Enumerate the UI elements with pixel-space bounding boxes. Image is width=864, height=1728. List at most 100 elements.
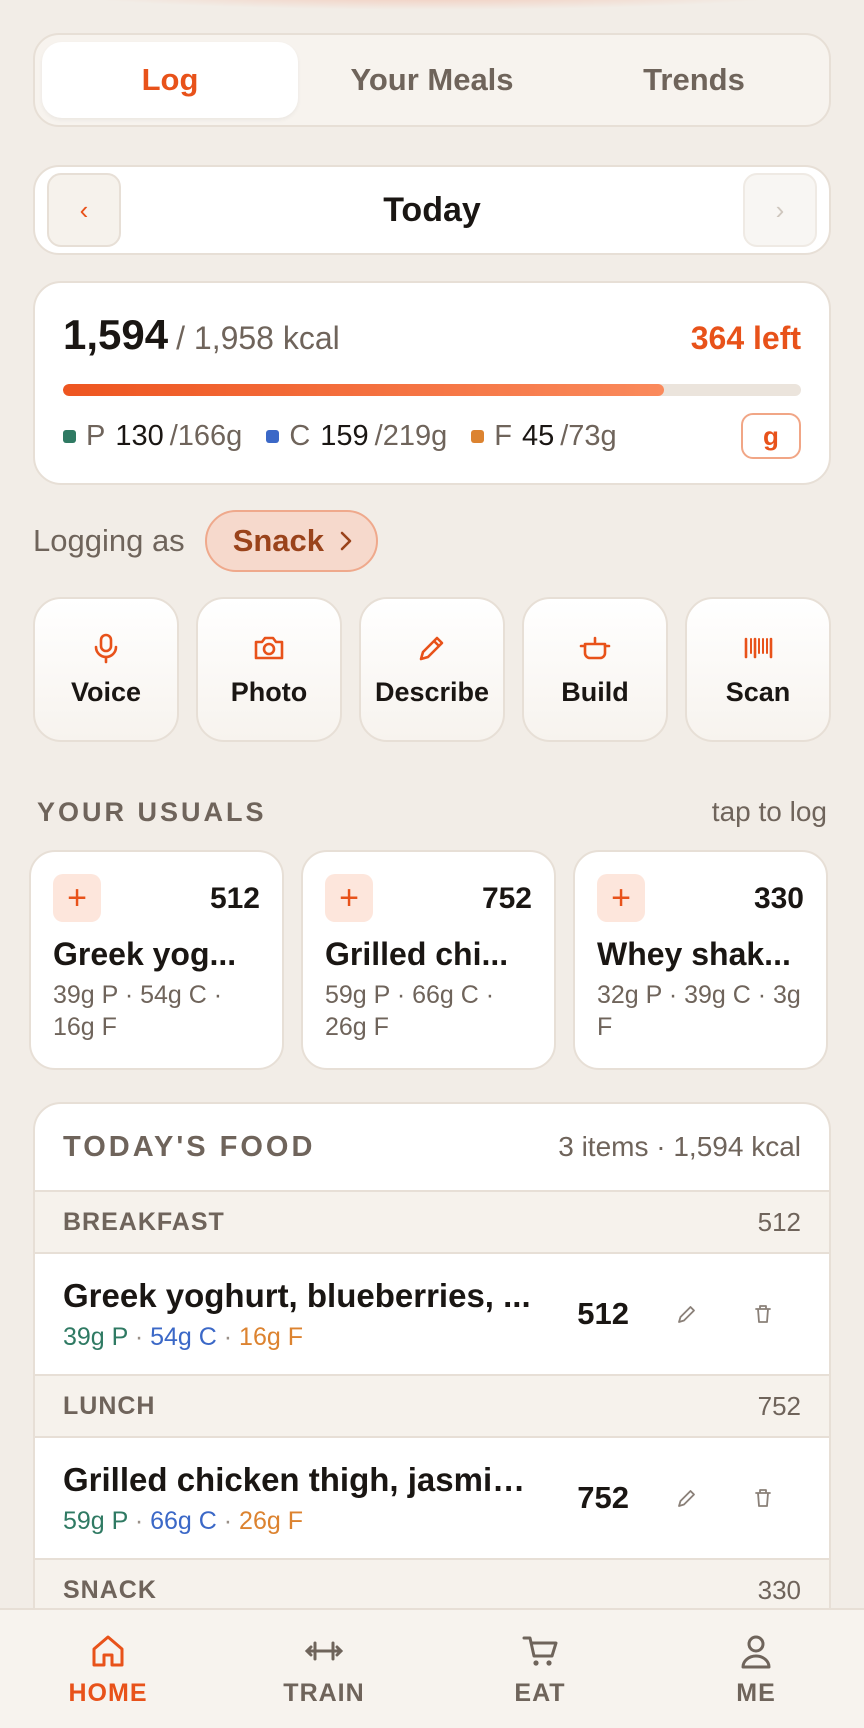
usual-card[interactable]: + 752 Grilled chi... 59g P · 66g C · 26g… <box>301 850 556 1070</box>
chevron-right-icon <box>340 531 352 551</box>
macro-letter: F <box>494 419 512 452</box>
macro-target: /219g <box>374 419 448 452</box>
meal-selector-value: Snack <box>232 523 325 558</box>
meal-header-lunch: LUNCH 752 <box>35 1376 829 1438</box>
food-entry-macros: 39g P · 54g C · 16g F <box>63 1322 303 1351</box>
edit-entry-button[interactable] <box>649 1468 725 1528</box>
nav-label: EAT <box>514 1678 566 1707</box>
usuals-title: YOUR USUALS <box>37 796 267 827</box>
microphone-icon <box>94 633 118 664</box>
protein-dot-icon <box>63 429 76 443</box>
calories-left: 364 left <box>690 320 801 356</box>
describe-button[interactable]: Describe <box>359 597 505 742</box>
usual-card[interactable]: + 512 Greek yog... 39g P · 54g C · 16g F <box>29 850 284 1070</box>
macro-target: /73g <box>560 419 617 452</box>
usual-kcal: 512 <box>209 882 260 915</box>
bottom-navigation: HOME TRAIN EAT ME <box>0 1608 864 1728</box>
pot-icon <box>579 636 611 660</box>
dumbbell-icon <box>304 1641 344 1660</box>
macro-fat: F 45 /73g <box>471 419 617 453</box>
pencil-icon <box>678 1306 695 1323</box>
action-label: Voice <box>70 677 142 707</box>
meal-selector-chip[interactable]: Snack <box>204 510 379 572</box>
nav-me[interactable]: ME <box>648 1610 864 1728</box>
tab-trends[interactable]: Trends <box>566 42 822 118</box>
entry-carbs: 66g C <box>150 1506 217 1535</box>
fat-dot-icon <box>471 429 485 443</box>
action-label: Build <box>561 677 629 707</box>
pencil-icon <box>419 636 444 661</box>
entry-carbs: 54g C <box>150 1322 217 1351</box>
macro-summary: P 130 /166g C 159 /219g F 45 /73g g <box>63 413 801 459</box>
usual-name: Whey shak... <box>597 936 791 972</box>
tab-log[interactable]: Log <box>42 42 298 118</box>
food-entry[interactable]: Greek yoghurt, blueberries, ... 39g P · … <box>35 1254 829 1376</box>
meal-name: LUNCH <box>63 1391 156 1420</box>
food-entry-name: Greek yoghurt, blueberries, ... <box>63 1276 531 1314</box>
action-label: Describe <box>374 677 490 707</box>
camera-icon <box>254 636 284 660</box>
date-label: Today <box>383 190 481 229</box>
usual-name: Greek yog... <box>53 936 237 972</box>
logging-as-label: Logging as <box>33 523 185 558</box>
scan-button[interactable]: Scan <box>685 597 831 742</box>
food-entry[interactable]: Grilled chicken thigh, jasmin... 59g P ·… <box>35 1438 829 1560</box>
user-icon <box>741 1635 771 1668</box>
macro-target: /166g <box>169 419 243 452</box>
view-tabs: Log Your Meals Trends <box>33 33 831 127</box>
delete-entry-button[interactable] <box>725 1468 801 1528</box>
nav-eat[interactable]: EAT <box>432 1610 648 1728</box>
cart-icon <box>522 1636 558 1666</box>
top-glow <box>40 0 824 10</box>
entry-fat: 16g F <box>239 1322 303 1351</box>
barcode-icon <box>744 637 773 659</box>
previous-day-button[interactable]: ‹ <box>47 173 121 247</box>
edit-entry-button[interactable] <box>649 1284 725 1344</box>
nav-home[interactable]: HOME <box>0 1610 216 1728</box>
plus-icon: + <box>53 874 101 922</box>
nav-label: HOME <box>68 1678 148 1707</box>
entry-protein: 39g P <box>63 1322 128 1351</box>
action-label: Photo <box>230 677 308 707</box>
meal-header-breakfast: BREAKFAST 512 <box>35 1192 829 1254</box>
todays-food-header: TODAY'S FOOD 3 items · 1,594 kcal <box>35 1104 829 1192</box>
macro-value: 159 <box>320 419 369 452</box>
food-entry-kcal: 752 <box>577 1480 629 1515</box>
nav-train[interactable]: TRAIN <box>216 1610 432 1728</box>
plus-icon: + <box>597 874 645 922</box>
calorie-progress-fill <box>63 384 664 396</box>
voice-button[interactable]: Voice <box>33 597 179 742</box>
calorie-progress-bar <box>63 384 801 396</box>
date-navigator: ‹ Today › <box>33 165 831 255</box>
food-entry-kcal: 512 <box>577 1296 629 1331</box>
usual-macros: 32g P · 39g C · 3g F <box>597 981 801 1041</box>
food-entry-macros: 59g P · 66g C · 26g F <box>63 1506 303 1535</box>
unit-toggle-button[interactable]: g <box>741 413 801 459</box>
usual-kcal: 752 <box>481 882 532 915</box>
next-day-button[interactable]: › <box>742 173 817 247</box>
nav-label: ME <box>736 1678 776 1707</box>
usual-macros: 59g P · 66g C · 26g F <box>325 981 495 1041</box>
photo-button[interactable]: Photo <box>196 597 342 742</box>
chevron-right-icon: › <box>775 194 785 225</box>
usual-card[interactable]: + 330 Whey shak... 32g P · 39g C · 3g F <box>573 850 828 1070</box>
trash-icon <box>755 1489 771 1507</box>
macro-letter: C <box>289 419 311 452</box>
meal-kcal: 512 <box>757 1206 801 1237</box>
usuals-list: + 512 Greek yog... 39g P · 54g C · 16g F… <box>29 850 828 1070</box>
entry-protein: 59g P <box>63 1506 128 1535</box>
usuals-hint: tap to log <box>711 796 827 827</box>
log-method-actions: Voice Photo Describe Build Scan <box>33 597 831 742</box>
build-button[interactable]: Build <box>522 597 668 742</box>
calories-consumed: 1,594 <box>63 311 169 358</box>
delete-entry-button[interactable] <box>725 1284 801 1344</box>
meal-name: SNACK <box>63 1575 157 1604</box>
home-icon <box>92 1635 124 1666</box>
macro-protein: P 130 /166g <box>63 420 242 453</box>
pencil-icon <box>678 1490 695 1507</box>
calorie-summary-card: 1,594/ 1,958 kcal 364 left P 130 /166g C… <box>33 281 831 485</box>
macro-value: 45 <box>521 419 555 452</box>
carbs-dot-icon <box>266 429 280 443</box>
tab-your-meals[interactable]: Your Meals <box>304 42 560 118</box>
action-label: Scan <box>725 677 791 707</box>
